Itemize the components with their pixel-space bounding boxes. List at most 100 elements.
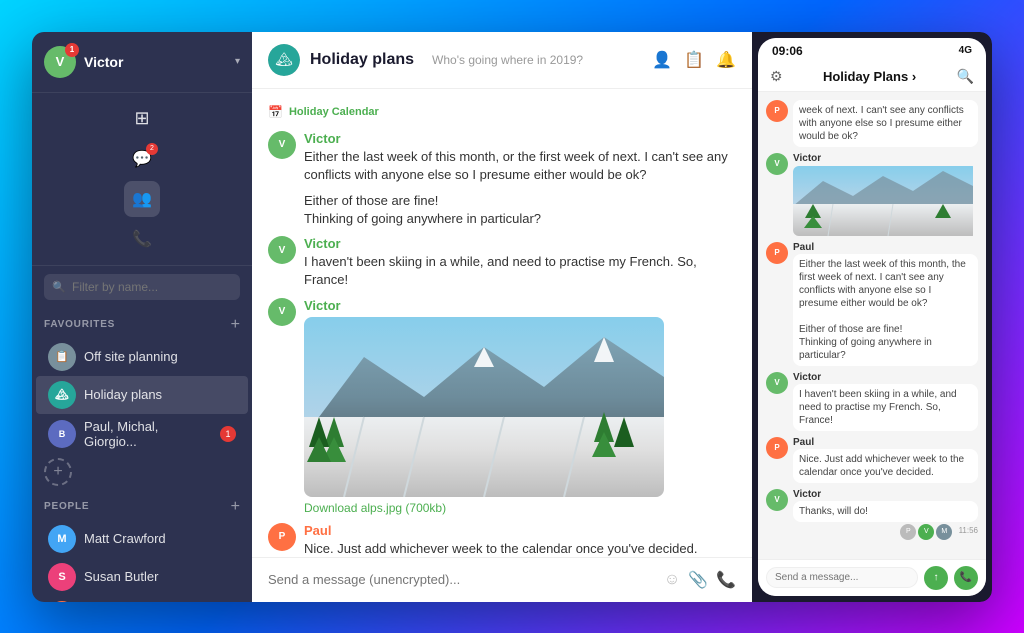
- msg-sender-m3: Victor: [304, 236, 736, 251]
- nav-icon-chat[interactable]: 💬 2: [124, 141, 160, 177]
- members-icon[interactable]: 👤: [652, 50, 672, 70]
- phone-settings-icon[interactable]: ⚙: [770, 68, 783, 85]
- system-badge-text: Holiday Calendar: [289, 106, 379, 118]
- phone-message-input[interactable]: [766, 567, 918, 588]
- phone-input-bar: ↑ 📞: [758, 559, 986, 596]
- msg-text-m3: I haven't been skiing in a while, and ne…: [304, 253, 736, 289]
- phone-message-row: V Victor Thanks, will do! P V M 11:56: [766, 489, 978, 540]
- msg-content-m3: Victor I haven't been skiing in a while,…: [304, 236, 736, 289]
- phone-paul-sender2: Paul: [793, 437, 978, 448]
- phone-message-row: P week of next. I can't see any conflict…: [766, 100, 978, 147]
- message-row: Either of those are fine!Thinking of goi…: [268, 192, 736, 228]
- nav-icon-grid[interactable]: ⊞: [124, 101, 160, 137]
- add-new-button[interactable]: +: [44, 458, 72, 486]
- nav-icon-calls[interactable]: 📞: [124, 221, 160, 257]
- sidebar-item-holiday[interactable]: 🏔 Holiday plans: [36, 376, 248, 414]
- sidebar-item-susan[interactable]: S Susan Butler: [36, 558, 248, 596]
- phone-victor-sender: Victor: [793, 372, 978, 383]
- phone-victor-avatar3: V: [766, 489, 788, 511]
- search-icon: 🔍: [52, 280, 66, 293]
- files-icon[interactable]: 📋: [684, 50, 704, 70]
- people-section-header: PEOPLE +: [32, 490, 252, 520]
- phone-msg-content: Victor I haven't been skiing in a while,…: [793, 372, 978, 431]
- phone-chat-header: ⚙ Holiday Plans › 🔍: [758, 62, 986, 92]
- download-link[interactable]: Download alps.jpg (700kb): [304, 501, 736, 515]
- phone-victor-sender2: Victor: [793, 489, 978, 500]
- search-input[interactable]: [44, 274, 240, 300]
- victor-avatar-m3: V: [268, 236, 296, 264]
- chat-header-actions: 👤 📋 🔔: [652, 50, 736, 70]
- sidebar: V 1 Victor ▾ ⊞ 💬 2 👥 📞 🔍: [32, 32, 252, 602]
- phone-msg-content: week of next. I can't see any conflicts …: [793, 100, 978, 147]
- favourites-label: FAVOURITES: [44, 319, 115, 330]
- phone-msg-text: week of next. I can't see any conflicts …: [793, 100, 978, 147]
- notifications-icon[interactable]: 🔔: [716, 50, 736, 70]
- phone-paul-avatar: P: [766, 100, 788, 122]
- sidebar-item-paul[interactable]: P Paul: [36, 596, 248, 602]
- people-label: PEOPLE: [44, 501, 89, 512]
- favourites-section-header: FAVOURITES +: [32, 308, 252, 338]
- chat-title: Holiday plans: [310, 51, 414, 69]
- holiday-name: Holiday plans: [84, 387, 236, 402]
- phone-msg-content: Victor Thanks, will do! P V M 11:56: [793, 489, 978, 540]
- phone-time: 09:06: [772, 44, 803, 58]
- phone-status-bar: 09:06 4G: [758, 38, 986, 62]
- phone-network: 4G: [959, 45, 972, 56]
- message-row: V Victor: [268, 298, 736, 515]
- user-badge: 1: [65, 43, 79, 57]
- phone-message-row: P Paul Either the last week of this mont…: [766, 242, 978, 366]
- msg-sender-m4: Victor: [304, 298, 736, 313]
- msg-sender-m5: Paul: [304, 523, 736, 538]
- phone-frame: 09:06 4G ⚙ Holiday Plans › 🔍 P week of n…: [758, 38, 986, 596]
- phone-victor-avatar: V: [766, 153, 788, 175]
- sidebar-item-paul-group[interactable]: B Paul, Michal, Giorgio... 1: [36, 414, 248, 454]
- msg-content-m4: Victor: [304, 298, 736, 515]
- off-site-name: Off site planning: [84, 349, 236, 364]
- phone-msg-content: Paul Nice. Just add whichever week to th…: [793, 437, 978, 483]
- phone-msg-text4: Nice. Just add whichever week to the cal…: [793, 449, 978, 483]
- phone-call-button[interactable]: 📞: [954, 566, 978, 590]
- favourites-add-icon[interactable]: +: [231, 316, 240, 334]
- sidebar-scroll: 🔍 FAVOURITES + 📋 Off site planning 🏔 Hol…: [32, 266, 252, 602]
- message-input[interactable]: [268, 572, 654, 587]
- phone-message-row: P Paul Nice. Just add whichever week to …: [766, 437, 978, 483]
- app-container: V 1 Victor ▾ ⊞ 💬 2 👥 📞 🔍: [32, 32, 992, 602]
- victor-avatar-m1: V: [268, 131, 296, 159]
- message-row: P Paul Nice. Just add whichever week to …: [268, 523, 736, 557]
- emoji-icon[interactable]: ☺: [664, 571, 680, 589]
- phone-send-button[interactable]: ↑: [924, 566, 948, 590]
- phone-message-row: V Victor: [766, 153, 978, 236]
- people-add-icon[interactable]: +: [231, 498, 240, 516]
- msg-content-m5: Paul Nice. Just add whichever week to th…: [304, 523, 736, 557]
- messages-area: 📅 Holiday Calendar V Victor Either the l…: [252, 89, 752, 557]
- phone-paul-sender: Paul: [793, 242, 978, 253]
- chat-header: 🏔 Holiday plans Who's going where in 201…: [252, 32, 752, 89]
- system-badge: 📅 Holiday Calendar: [268, 105, 736, 119]
- off-site-avatar: 📋: [48, 343, 76, 371]
- phone-msg-content: Victor: [793, 153, 978, 236]
- sidebar-item-off-site[interactable]: 📋 Off site planning: [36, 338, 248, 376]
- victor-avatar-m4: V: [268, 298, 296, 326]
- msg-content-m2: Either of those are fine!Thinking of goi…: [304, 192, 736, 228]
- phone-msg-sender: Victor: [793, 153, 978, 164]
- chevron-down-icon[interactable]: ▾: [235, 56, 240, 67]
- sidebar-search-area: 🔍: [32, 266, 252, 308]
- phone-victor-avatar2: V: [766, 372, 788, 394]
- susan-avatar: S: [48, 563, 76, 591]
- phone-ski-image: [793, 166, 978, 236]
- msg-sender-m1: Victor: [304, 131, 736, 146]
- paul-group-badge: 1: [220, 426, 236, 442]
- nav-icon-people[interactable]: 👥: [124, 181, 160, 217]
- phone-paul-avatar2: P: [766, 242, 788, 264]
- phone-chat-title: Holiday Plans ›: [791, 69, 949, 84]
- message-row: V Victor I haven't been skiing in a whil…: [268, 236, 736, 289]
- phone-msg-text5: Thanks, will do!: [793, 501, 978, 522]
- sidebar-item-matt[interactable]: M Matt Crawford: [36, 520, 248, 558]
- call-icon[interactable]: 📞: [716, 570, 736, 590]
- attachment-icon[interactable]: 📎: [688, 570, 708, 590]
- phone-search-icon[interactable]: 🔍: [957, 68, 974, 85]
- sidebar-username: Victor: [84, 54, 227, 70]
- paul-group-avatar: B: [48, 420, 76, 448]
- phone-msg-text3: I haven't been skiing in a while, and ne…: [793, 384, 978, 431]
- phone-msg-content: Paul Either the last week of this month,…: [793, 242, 978, 366]
